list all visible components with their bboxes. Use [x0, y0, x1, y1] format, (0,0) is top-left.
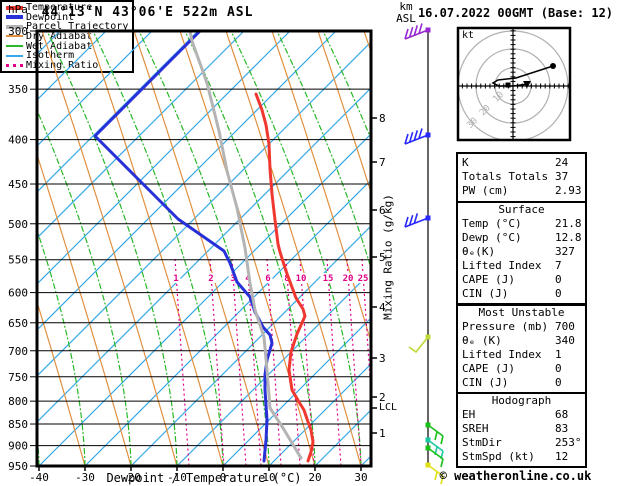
table-row: StmSpd (kt) 12 — [462, 450, 569, 463]
svg-text:800: 800 — [8, 395, 28, 408]
svg-text:7: 7 — [379, 156, 386, 169]
pressure-unit-label: hPa — [8, 3, 28, 16]
station-title: 44°13'N 43°06'E 522m ASL — [41, 5, 254, 20]
svg-text:1: 1 — [173, 274, 178, 284]
svg-text:700: 700 — [8, 345, 28, 358]
table-row: Totals Totals 37 — [462, 170, 569, 183]
svg-text:6: 6 — [265, 274, 270, 284]
svg-text:1: 1 — [379, 427, 386, 440]
run-date-title: 16.07.2022 00GMT (Base: 12) — [417, 6, 614, 20]
svg-text:900: 900 — [8, 440, 28, 453]
svg-text:950: 950 — [8, 460, 28, 473]
table-row: CAPE (J) 0 — [462, 273, 562, 286]
table-header: Hodograph — [491, 394, 552, 407]
indices-table: K 24 Totals Totals 37 PW (cm) 2.93 — [456, 152, 587, 204]
svg-text:25: 25 — [358, 274, 369, 284]
altitude-unit-label: km ASL — [396, 0, 416, 25]
table-row: SREH 83 — [462, 422, 569, 435]
svg-text:500: 500 — [8, 218, 28, 231]
skewt-sounding-page: 300 350 400 450 500 550 600 650 700 750 800 850 900 9… — [0, 0, 629, 486]
svg-text:850: 850 — [8, 418, 28, 431]
table-row: K 24 — [462, 156, 569, 169]
svg-text:10: 10 — [296, 274, 307, 284]
table-header: Most Unstable — [478, 306, 565, 319]
svg-text:550: 550 — [8, 254, 28, 267]
hodograph-unit-label: kt — [462, 30, 475, 41]
surface-table: Surface Temp (°C) 21.8 Dewp (°C) 12.8 θₑ(K… — [456, 201, 587, 305]
svg-text:450: 450 — [8, 178, 28, 191]
svg-text:3: 3 — [379, 352, 386, 365]
most-unstable-table: Most Unstable Pressure (mb) 700 θₑ (K) 340… — [456, 304, 587, 394]
table-row: Lifted Index 7 — [462, 259, 562, 272]
table-row: Lifted Index 1 — [462, 348, 562, 361]
table-row: θₑ(K) 327 — [462, 245, 575, 258]
svg-text:20: 20 — [343, 274, 354, 284]
hodograph-stats-table: Hodograph EH 68 SREH 83 StmDir 253° StmSpd … — [456, 392, 587, 468]
svg-text:350: 350 — [8, 83, 28, 96]
table-row: EH 68 — [462, 408, 569, 421]
table-row: CAPE (J) 0 — [462, 362, 562, 375]
svg-text:600: 600 — [8, 287, 28, 300]
table-row: Pressure (mb) 700 — [462, 320, 575, 333]
svg-text:400: 400 — [8, 134, 28, 147]
svg-text:8: 8 — [379, 112, 386, 125]
temperature-axis-title: Dewpoint / Temperature (°C) — [106, 471, 302, 485]
copyright-notice: © weatheronline.co.uk — [439, 469, 592, 483]
table-header: Surface — [498, 203, 545, 216]
table-row: CIN (J) 0 — [462, 376, 562, 389]
table-row: PW (cm) 2.93 — [462, 184, 582, 197]
table-row: CIN (J) 0 — [462, 287, 562, 300]
svg-text:2: 2 — [208, 274, 213, 284]
svg-text:750: 750 — [8, 371, 28, 384]
svg-text:650: 650 — [8, 317, 28, 330]
table-row: Temp (°C) 21.8 — [462, 217, 582, 230]
table-row: StmDir 253° — [462, 436, 582, 449]
mixing-ratio-axis-title: Mixing Ratio (g/kg) — [381, 194, 395, 320]
table-row: Dewp (°C) 12.8 — [462, 231, 582, 244]
svg-text:300: 300 — [8, 25, 28, 38]
svg-text:15: 15 — [323, 274, 334, 284]
table-row: θₑ (K) 340 — [462, 334, 575, 347]
lcl-marker-label: LCL — [379, 402, 398, 413]
